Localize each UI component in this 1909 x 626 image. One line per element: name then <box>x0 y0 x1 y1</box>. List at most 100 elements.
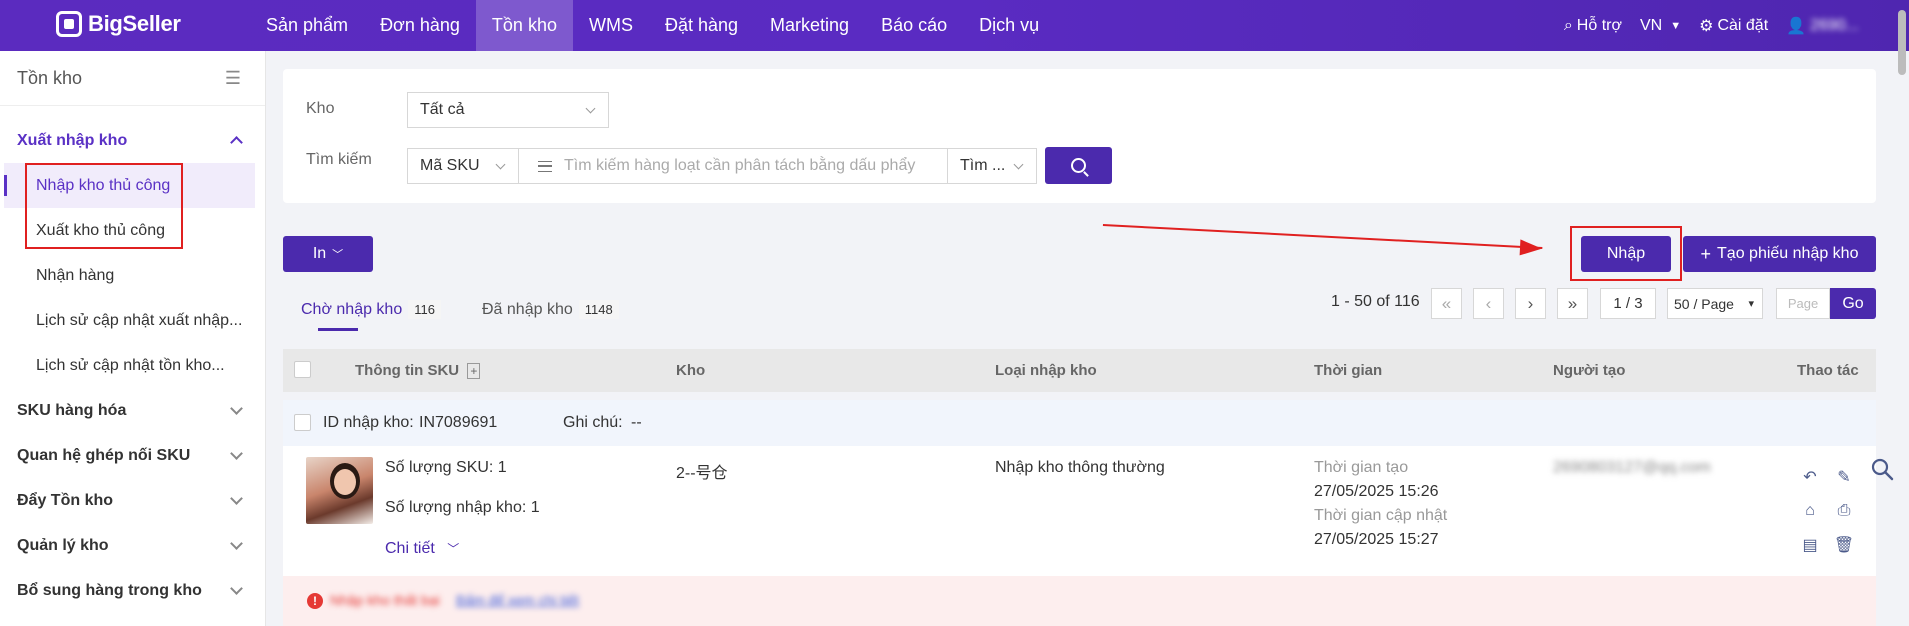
edit-icon[interactable]: ✎ <box>1834 467 1854 487</box>
search-mode-value: Tìm ... <box>960 157 1006 174</box>
search-placeholder: Tìm kiếm hàng loạt cần phân tách bằng dấ… <box>564 157 916 174</box>
nav-dich-vu[interactable]: Dịch vụ <box>963 0 1055 51</box>
search-input[interactable]: Tìm kiếm hàng loạt cần phân tách bằng dấ… <box>518 148 947 184</box>
collapse-menu-icon[interactable]: ☰ <box>225 68 241 89</box>
settings-label: Cài đặt <box>1717 16 1769 34</box>
page-scrollbar[interactable] <box>1898 10 1906 75</box>
page-size-value: 50 / Page <box>1674 295 1734 312</box>
user-name: 2690... <box>1810 16 1859 34</box>
page-size-select[interactable]: 50 / Page ▾ <box>1667 288 1763 319</box>
last-page-button[interactable]: » <box>1557 288 1588 319</box>
user-icon: 👤 <box>1786 17 1807 35</box>
error-detail-link[interactable]: Bấm để xem chi tiết <box>456 592 579 608</box>
chevron-down-icon: ﹀ <box>332 249 344 261</box>
sidebar-group-label: SKU hàng hóa <box>17 401 127 419</box>
chevron-down-icon <box>230 446 243 460</box>
note-icon[interactable]: ▤ <box>1800 535 1820 555</box>
language-label: VN <box>1639 16 1663 34</box>
user-menu[interactable]: 👤 2690... <box>1786 16 1859 36</box>
logo-icon <box>56 11 82 37</box>
search-mode-select[interactable]: Tìm ... <box>947 148 1037 184</box>
row-checkbox[interactable] <box>294 414 311 431</box>
col-warehouse: Kho <box>676 362 706 379</box>
create-import-slip-button[interactable]: + Tạo phiếu nhập kho <box>1683 236 1876 272</box>
sidebar-group-quan-ly-kho[interactable]: Quản lý kho <box>0 523 265 568</box>
product-thumbnail[interactable] <box>306 457 373 524</box>
language-select[interactable]: VN ▼ <box>1640 17 1681 35</box>
print-button[interactable]: In ﹀ <box>283 236 373 272</box>
col-actions: Thao tác <box>1797 362 1859 379</box>
select-all-checkbox[interactable] <box>294 361 311 378</box>
expand-icon[interactable]: + <box>467 363 481 379</box>
error-text: Nhập kho thất bại <box>330 592 440 608</box>
nav-don-hang[interactable]: Đơn hàng <box>364 0 476 51</box>
bulk-list-icon <box>538 160 552 172</box>
first-page-button[interactable]: « <box>1431 288 1462 319</box>
sidebar-group-sku-hang-hoa[interactable]: SKU hàng hóa <box>0 388 265 433</box>
bigseller-logo[interactable]: BigSeller <box>56 11 181 37</box>
plus-icon: + <box>1700 243 1712 264</box>
tab-da-nhap-kho[interactable]: Đã nhập kho 1148 <box>482 300 619 319</box>
top-right-menu: ⌕ Hỗ trợ VN ▼ ⚙ Cài đặt 👤 2690... <box>1546 0 1859 51</box>
highlight-box-sidebar <box>25 163 183 249</box>
nav-dat-hang[interactable]: Đặt hàng <box>649 0 754 51</box>
logo-text: BigSeller <box>88 11 181 36</box>
chevron-down-icon <box>230 491 243 505</box>
floating-search-icon[interactable] <box>1870 457 1894 481</box>
next-page-button[interactable]: › <box>1515 288 1546 319</box>
search-icon <box>1071 158 1086 173</box>
record-header-row: ID nhập kho: IN7089691 Ghi chú: -- <box>283 400 1876 446</box>
nav-marketing[interactable]: Marketing <box>754 0 865 51</box>
sidebar-group-label: Quan hệ ghép nối SKU <box>17 446 191 464</box>
nav-bao-cao[interactable]: Báo cáo <box>865 0 963 51</box>
prev-page-button[interactable]: ‹ <box>1473 288 1504 319</box>
chevron-down-icon <box>230 401 243 415</box>
warehouse-select[interactable]: Tất cả <box>407 92 609 128</box>
sidebar-group-day-ton-kho[interactable]: Đẩy Tồn kho <box>0 478 265 523</box>
search-type-select[interactable]: Mã SKU <box>407 148 519 184</box>
page-number-input[interactable]: Page <box>1776 288 1830 319</box>
import-id-label: ID nhập kho: <box>323 414 414 431</box>
tab-cho-nhap-kho[interactable]: Chờ nhập kho 116 <box>301 300 441 319</box>
support-label: Hỗ trợ <box>1576 16 1622 34</box>
detail-label: Chi tiết <box>385 540 435 557</box>
print-icon[interactable]: ⎙ <box>1834 501 1854 521</box>
created-time-value: 27/05/2025 15:26 <box>1314 483 1439 500</box>
sidebar-group-xuat-nhap-kho[interactable]: Xuất nhập kho <box>0 118 265 163</box>
chevron-down-icon <box>1013 159 1024 170</box>
sidebar: Tồn kho ☰ Xuất nhập kho Nhập kho thủ côn… <box>0 51 266 626</box>
settings-link[interactable]: ⚙ Cài đặt <box>1699 16 1768 36</box>
delete-icon[interactable]: 🗑 <box>1834 535 1854 555</box>
sidebar-item-nhan-hang[interactable]: Nhận hàng <box>0 253 265 298</box>
creator-value: 2690803127@qq.com <box>1553 459 1711 476</box>
sidebar-item-lich-su-ton-kho[interactable]: Lịch sử cập nhật tồn kho... <box>0 343 265 388</box>
import-id-value[interactable]: IN7089691 <box>419 414 497 432</box>
sidebar-group-bo-sung-hang[interactable]: Bổ sung hàng trong kho <box>0 568 265 613</box>
nav-wms[interactable]: WMS <box>573 0 649 51</box>
sku-count: Số lượng SKU: 1 <box>385 459 507 476</box>
tab-count-badge: 116 <box>408 300 441 319</box>
sidebar-item-lich-su-xuat-nhap[interactable]: Lịch sử cập nhật xuất nhập... <box>0 298 265 343</box>
search-icon: ⌕ <box>1563 16 1573 34</box>
go-label: Go <box>1842 294 1864 312</box>
note-label: Ghi chú: <box>563 414 623 431</box>
nav-ton-kho[interactable]: Tồn kho <box>475 0 573 51</box>
updated-time-label: Thời gian cập nhật <box>1314 507 1448 524</box>
chevron-down-icon: ﹀ <box>447 542 460 556</box>
col-sku-info: Thông tin SKU + <box>355 362 481 379</box>
detail-toggle[interactable]: Chi tiết ﹀ <box>385 540 459 558</box>
gear-icon: ⚙ <box>1699 17 1714 35</box>
sidebar-group-label: Quản lý kho <box>17 536 109 554</box>
warehouse-value: Tất cả <box>420 101 465 118</box>
warehouse-label: Kho <box>306 100 335 117</box>
sidebar-group-quan-he-ghep-noi[interactable]: Quan hệ ghép nối SKU <box>0 433 265 478</box>
tag-icon[interactable]: ⌂ <box>1800 501 1820 521</box>
annotation-arrow <box>1102 224 1543 250</box>
support-link[interactable]: ⌕ Hỗ trợ <box>1564 17 1622 35</box>
chevron-down-icon <box>495 159 506 170</box>
table-header: Thông tin SKU + Kho Loại nhập kho Thời g… <box>283 349 1876 392</box>
nav-san-pham[interactable]: Sản phẩm <box>250 0 364 51</box>
undo-icon[interactable]: ↶ <box>1800 467 1820 487</box>
search-button[interactable] <box>1045 147 1112 184</box>
go-button[interactable]: Go <box>1830 288 1876 319</box>
